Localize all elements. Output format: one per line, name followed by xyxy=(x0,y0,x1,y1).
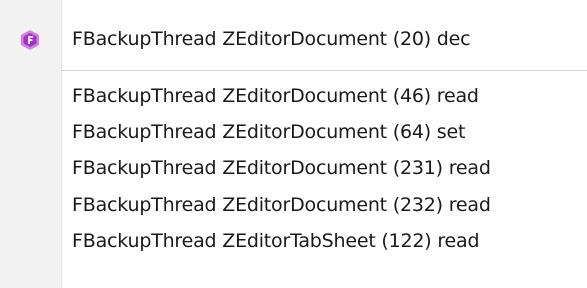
menu-item-label: FBackupThread ZEditorDocument (231) read xyxy=(72,157,491,179)
menu-separator xyxy=(62,70,587,71)
menu-item-1[interactable]: FBackupThread ZEditorDocument (46) read xyxy=(0,78,587,114)
menu-item-0[interactable]: FBackupThread ZEditorDocument (20) dec xyxy=(0,21,587,57)
menu-item-3[interactable]: FBackupThread ZEditorDocument (231) read xyxy=(0,150,587,186)
menu-item-2[interactable]: FBackupThread ZEditorDocument (64) set xyxy=(0,114,587,150)
menu-item-label: FBackupThread ZEditorDocument (46) read xyxy=(72,85,479,107)
menu-item-label: FBackupThread ZEditorDocument (232) read xyxy=(72,194,491,216)
menu-item-label: FBackupThread ZEditorDocument (64) set xyxy=(72,121,466,143)
purple-hexagon-f-icon xyxy=(19,29,41,51)
context-popup-menu: FBackupThread ZEditorDocument (20) dec F… xyxy=(0,0,587,288)
menu-item-label: FBackupThread ZEditorTabSheet (122) read xyxy=(72,230,480,252)
menu-item-4[interactable]: FBackupThread ZEditorDocument (232) read xyxy=(0,187,587,223)
menu-item-label: FBackupThread ZEditorDocument (20) dec xyxy=(72,28,471,50)
menu-item-5[interactable]: FBackupThread ZEditorTabSheet (122) read xyxy=(0,223,587,259)
